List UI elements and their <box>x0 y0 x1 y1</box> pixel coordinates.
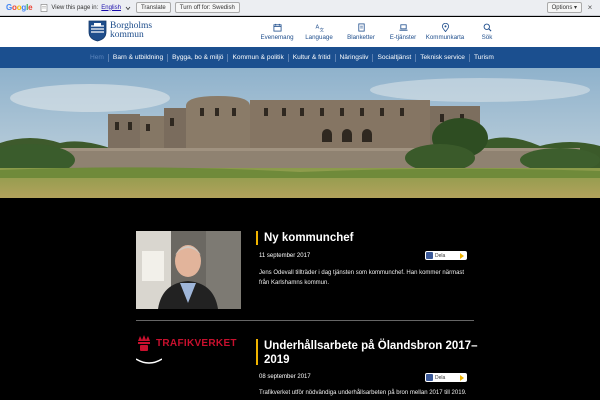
nav-item-hem[interactable]: Hem <box>86 54 108 62</box>
nav-item-kommun-politik[interactable]: Kommun & politik <box>227 53 287 62</box>
title-accent-bar <box>256 231 258 245</box>
nav-item-barn-utbildning[interactable]: Barn & utbildning <box>107 53 167 62</box>
language-select[interactable]: English <box>101 5 121 11</box>
nav-item-kultur-fritid[interactable]: Kultur & fritid <box>287 53 335 62</box>
calendar-icon <box>272 23 282 32</box>
logo-line2: kommun <box>110 30 144 40</box>
turn-off-button[interactable]: Turn off for: Swedish <box>174 2 240 13</box>
hero-image <box>0 68 600 198</box>
news-date: 11 september 2017 <box>259 253 311 259</box>
news-title[interactable]: Underhållsarbete på Ölandsbron 2017–2019 <box>264 339 479 367</box>
news-excerpt: Jens Odevall tillträder i dag tjänsten s… <box>259 270 465 286</box>
share-button[interactable]: Dela <box>425 373 467 382</box>
arrow-right-icon <box>460 374 464 381</box>
news-excerpt: Trafikverket utför nödvändiga underhålls… <box>259 390 467 396</box>
nav-item-bygga-bo-miljo[interactable]: Bygga, bo & miljö <box>167 53 227 62</box>
portrait-photo <box>136 231 241 309</box>
facebook-icon <box>426 374 433 381</box>
laptop-icon <box>398 24 408 31</box>
title-accent-bar <box>256 339 258 365</box>
google-translate-bar: Google View this page in: English Transl… <box>0 0 600 16</box>
tool-sok[interactable]: Sök <box>466 23 508 41</box>
search-icon <box>483 23 491 32</box>
arrow-right-icon <box>460 252 464 259</box>
coat-of-arms-icon <box>88 20 107 42</box>
main-navigation: Hem Barn & utbildning Bygga, bo & miljö … <box>0 47 600 68</box>
news-image-portrait[interactable] <box>136 231 241 309</box>
tool-kommunkarta[interactable]: Kommunkarta <box>424 23 466 41</box>
crown-icon <box>138 335 150 351</box>
svg-text:文: 文 <box>319 27 324 32</box>
translate-prompt: View this page in: <box>51 4 99 11</box>
nav-item-turism[interactable]: Turism <box>468 53 498 62</box>
news-date: 08 september 2017 <box>259 374 311 380</box>
form-icon <box>357 23 365 32</box>
page-icon <box>41 3 48 12</box>
share-button[interactable]: Dela <box>425 251 467 260</box>
news-list: Ny kommunchef 11 september 2017 Dela Jen… <box>0 198 600 400</box>
castle-photo <box>0 68 600 198</box>
tool-links: Evenemang A文 Language Blanketter E-tjäns… <box>256 23 508 41</box>
nav-item-teknisk-service[interactable]: Teknisk service <box>415 53 469 62</box>
close-icon[interactable]: × <box>585 2 595 13</box>
tool-language[interactable]: A文 Language <box>298 23 340 41</box>
trafikverket-logo[interactable]: TRAFIKVERKET <box>136 334 237 352</box>
news-title[interactable]: Ny kommunchef <box>264 231 353 245</box>
chevron-down-icon[interactable] <box>124 4 132 12</box>
site-logo[interactable]: Borgholms kommun <box>88 20 152 42</box>
trafikverket-text: TRAFIKVERKET <box>156 337 237 349</box>
news-divider <box>136 320 474 321</box>
tool-etjanster[interactable]: E-tjänster <box>382 23 424 41</box>
translate-button[interactable]: Translate <box>135 2 171 13</box>
google-logo: Google <box>6 3 33 12</box>
map-pin-icon <box>441 23 449 32</box>
options-button[interactable]: Options ▾ <box>546 2 582 13</box>
tool-blanketter[interactable]: Blanketter <box>340 23 382 41</box>
site-header: Borgholms kommun Evenemang A文 Language B… <box>0 17 600 47</box>
logo-swoosh <box>136 358 162 364</box>
translate-icon: A文 <box>315 24 324 32</box>
nav-item-socialtjanst[interactable]: Socialtjänst <box>372 53 415 62</box>
tool-evenemang[interactable]: Evenemang <box>256 23 298 41</box>
nav-item-naringsliv[interactable]: Näringsliv <box>334 53 373 62</box>
facebook-icon <box>426 252 433 259</box>
